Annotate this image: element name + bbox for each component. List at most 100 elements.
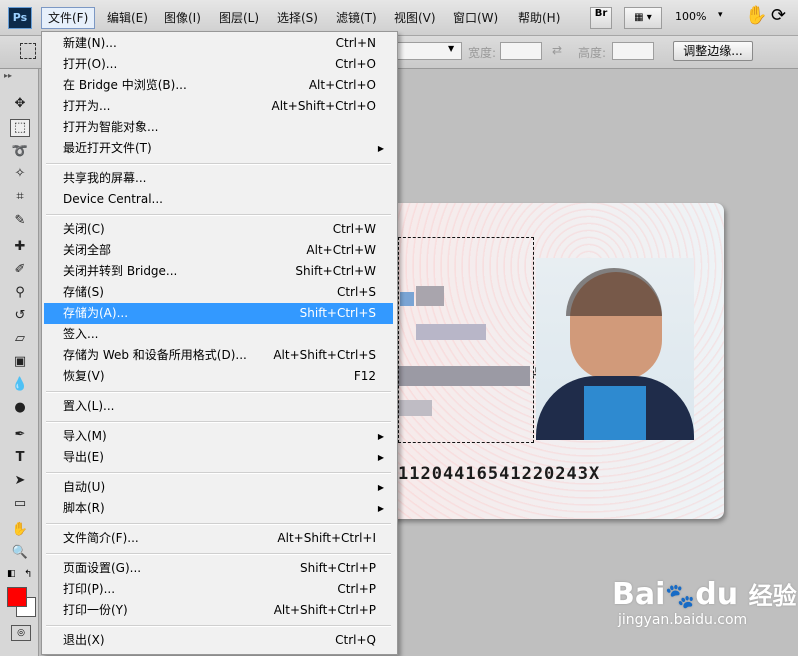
magic-wand-tool-icon[interactable]: ✧ xyxy=(10,165,30,183)
file-menu-item[interactable]: 导入(M) ▶ xyxy=(44,426,393,447)
shape-tool-icon[interactable]: ▭ xyxy=(10,495,30,513)
crop-tool-icon[interactable]: ⌗ xyxy=(10,188,30,206)
move-tool-icon[interactable]: ✥ xyxy=(10,95,30,113)
menu-item-label: 存储(S) xyxy=(63,285,104,299)
path-selection-tool-icon[interactable]: ➤ xyxy=(10,472,30,490)
height-field[interactable] xyxy=(612,42,654,60)
file-menu-item[interactable]: 签入... xyxy=(44,324,393,345)
tools-panel: ▸▸ ✥ ⬚ ➰ ✧ ⌗ ✎ ✚ ✐ ⚲ ↺ ▱ ▣ 💧 ● ✒ T ➤ ▭ ✋… xyxy=(0,69,39,656)
file-menu-item[interactable]: 打印(P)... Ctrl+P xyxy=(44,579,393,600)
menu-item-label: 新建(N)... xyxy=(63,36,117,50)
healing-brush-tool-icon[interactable]: ✚ xyxy=(10,238,30,256)
menu-item-label: 打开(O)... xyxy=(63,57,118,71)
menu-image[interactable]: 图像(I) xyxy=(158,7,207,29)
view-extras-button[interactable]: ▦ ▾ xyxy=(624,7,662,29)
clone-stamp-tool-icon[interactable]: ⚲ xyxy=(10,284,30,302)
hand-tool-icon[interactable]: ✋ xyxy=(745,5,767,26)
menu-separator xyxy=(46,421,391,423)
eyedropper-tool-icon[interactable]: ✎ xyxy=(10,212,30,230)
menu-separator xyxy=(46,523,391,525)
foreground-color-swatch[interactable] xyxy=(7,587,27,607)
watermark-url: jingyan.baidu.com xyxy=(618,612,748,628)
file-menu-item[interactable]: 退出(X) Ctrl+Q xyxy=(44,630,393,651)
submenu-arrow-icon: ▶ xyxy=(377,432,384,441)
file-menu-item[interactable]: 最近打开文件(T) ▶ xyxy=(44,138,393,159)
menu-help[interactable]: 帮助(H) xyxy=(512,7,566,29)
brush-tool-icon[interactable]: ✐ xyxy=(10,261,30,279)
blur-tool-icon[interactable]: 💧 xyxy=(10,376,30,394)
zoom-dropdown-icon[interactable]: ▾ xyxy=(718,10,723,20)
bridge-button[interactable]: Br xyxy=(590,7,612,29)
menu-separator xyxy=(46,625,391,627)
lasso-tool-icon[interactable]: ➰ xyxy=(10,143,30,161)
file-menu-item[interactable]: 共享我的屏幕... xyxy=(44,168,393,189)
watermark-brand: Bai xyxy=(612,577,666,612)
menu-item-shortcut: Ctrl+O xyxy=(335,57,376,71)
file-menu-item[interactable]: 存储(S) Ctrl+S xyxy=(44,282,393,303)
swap-colors-icon[interactable]: ↰ xyxy=(24,569,32,580)
menu-item-shortcut: Alt+Shift+Ctrl+O xyxy=(271,99,376,113)
id-number: 11204416541220243X xyxy=(398,464,601,484)
chevron-down-icon[interactable]: ▼ xyxy=(448,44,454,53)
dodge-tool-icon[interactable]: ● xyxy=(10,399,30,417)
file-menu-item[interactable]: 关闭(C) Ctrl+W xyxy=(44,219,393,240)
menu-edit[interactable]: 编辑(E) xyxy=(101,7,154,29)
file-menu-item[interactable]: 置入(L)... xyxy=(44,396,393,417)
eraser-tool-icon[interactable]: ▱ xyxy=(10,330,30,348)
hand-tool-icon[interactable]: ✋ xyxy=(10,521,30,539)
menu-item-label: 自动(U) xyxy=(63,480,106,494)
file-menu-item[interactable]: 导出(E) ▶ xyxy=(44,447,393,468)
file-menu-item[interactable]: 打开为智能对象... xyxy=(44,117,393,138)
quick-mask-icon[interactable]: ◎ xyxy=(11,625,31,641)
file-menu-item[interactable]: 文件简介(F)... Alt+Shift+Ctrl+I xyxy=(44,528,393,549)
default-colors-icon[interactable]: ◧ xyxy=(7,569,16,579)
file-menu-item[interactable]: 关闭全部 Alt+Ctrl+W xyxy=(44,240,393,261)
menu-item-label: 文件简介(F)... xyxy=(63,531,139,545)
menu-item-label: 导出(E) xyxy=(63,450,104,464)
file-menu-item[interactable]: 打印一份(Y) Alt+Shift+Ctrl+P xyxy=(44,600,393,621)
photoshop-logo: Ps xyxy=(8,7,32,29)
menu-layer[interactable]: 图层(L) xyxy=(213,7,265,29)
menu-item-shortcut: F12 xyxy=(353,369,376,383)
hair-shape xyxy=(566,268,662,316)
file-menu-item[interactable]: 关闭并转到 Bridge... Shift+Ctrl+W xyxy=(44,261,393,282)
file-menu-item[interactable]: 存储为(A)... Shift+Ctrl+S xyxy=(44,303,393,324)
menu-separator xyxy=(46,163,391,165)
rotate-view-icon[interactable]: ⟳ xyxy=(771,5,786,26)
zoom-tool-icon[interactable]: 🔍 xyxy=(10,544,30,562)
file-menu-dropdown: 新建(N)... Ctrl+N 打开(O)... Ctrl+O 在 Bridge 中浏览… xyxy=(41,31,398,655)
rect-marquee-tool-icon[interactable]: ⬚ xyxy=(10,119,30,137)
menu-window[interactable]: 窗口(W) xyxy=(447,7,504,29)
zoom-level[interactable]: 100% xyxy=(675,10,706,23)
gradient-tool-icon[interactable]: ▣ xyxy=(10,353,30,371)
file-menu-item[interactable]: 页面设置(G)... Shift+Ctrl+P xyxy=(44,558,393,579)
history-brush-tool-icon[interactable]: ↺ xyxy=(10,307,30,325)
menu-separator xyxy=(46,472,391,474)
file-menu-item[interactable]: 恢复(V) F12 xyxy=(44,366,393,387)
menu-item-label: 存储为(A)... xyxy=(63,306,129,320)
file-menu-item[interactable]: 脚本(R) ▶ xyxy=(44,498,393,519)
refine-edge-button[interactable]: 调整边缘... xyxy=(673,41,753,61)
menu-select[interactable]: 选择(S) xyxy=(271,7,324,29)
pen-tool-icon[interactable]: ✒ xyxy=(10,426,30,444)
file-menu-item[interactable]: 存储为 Web 和设备所用格式(D)... Alt+Shift+Ctrl+S xyxy=(44,345,393,366)
width-field[interactable] xyxy=(500,42,542,60)
submenu-arrow-icon: ▶ xyxy=(377,483,384,492)
file-menu-item[interactable]: 自动(U) ▶ xyxy=(44,477,393,498)
panel-collapse-icon[interactable]: ▸▸ xyxy=(4,71,12,80)
menu-item-label: 打开为智能对象... xyxy=(63,120,159,134)
menu-item-label: 打印(P)... xyxy=(63,582,116,596)
type-tool-icon[interactable]: T xyxy=(10,449,30,467)
file-menu-item[interactable]: 打开(O)... Ctrl+O xyxy=(44,54,393,75)
marquee-preset-icon[interactable] xyxy=(20,43,36,59)
file-menu-item[interactable]: 新建(N)... Ctrl+N xyxy=(44,33,393,54)
menu-filter[interactable]: 滤镜(T) xyxy=(330,7,383,29)
file-menu-item[interactable]: 在 Bridge 中浏览(B)... Alt+Ctrl+O xyxy=(44,75,393,96)
file-menu-item[interactable]: 打开为... Alt+Shift+Ctrl+O xyxy=(44,96,393,117)
swap-icon[interactable]: ⇄ xyxy=(552,43,562,57)
menu-item-shortcut: Ctrl+W xyxy=(332,222,376,236)
menu-view[interactable]: 视图(V) xyxy=(388,7,442,29)
menu-file[interactable]: 文件(F) xyxy=(41,7,96,29)
file-menu-item[interactable]: Device Central... xyxy=(44,189,393,210)
menu-item-shortcut: Alt+Shift+Ctrl+I xyxy=(277,531,376,545)
